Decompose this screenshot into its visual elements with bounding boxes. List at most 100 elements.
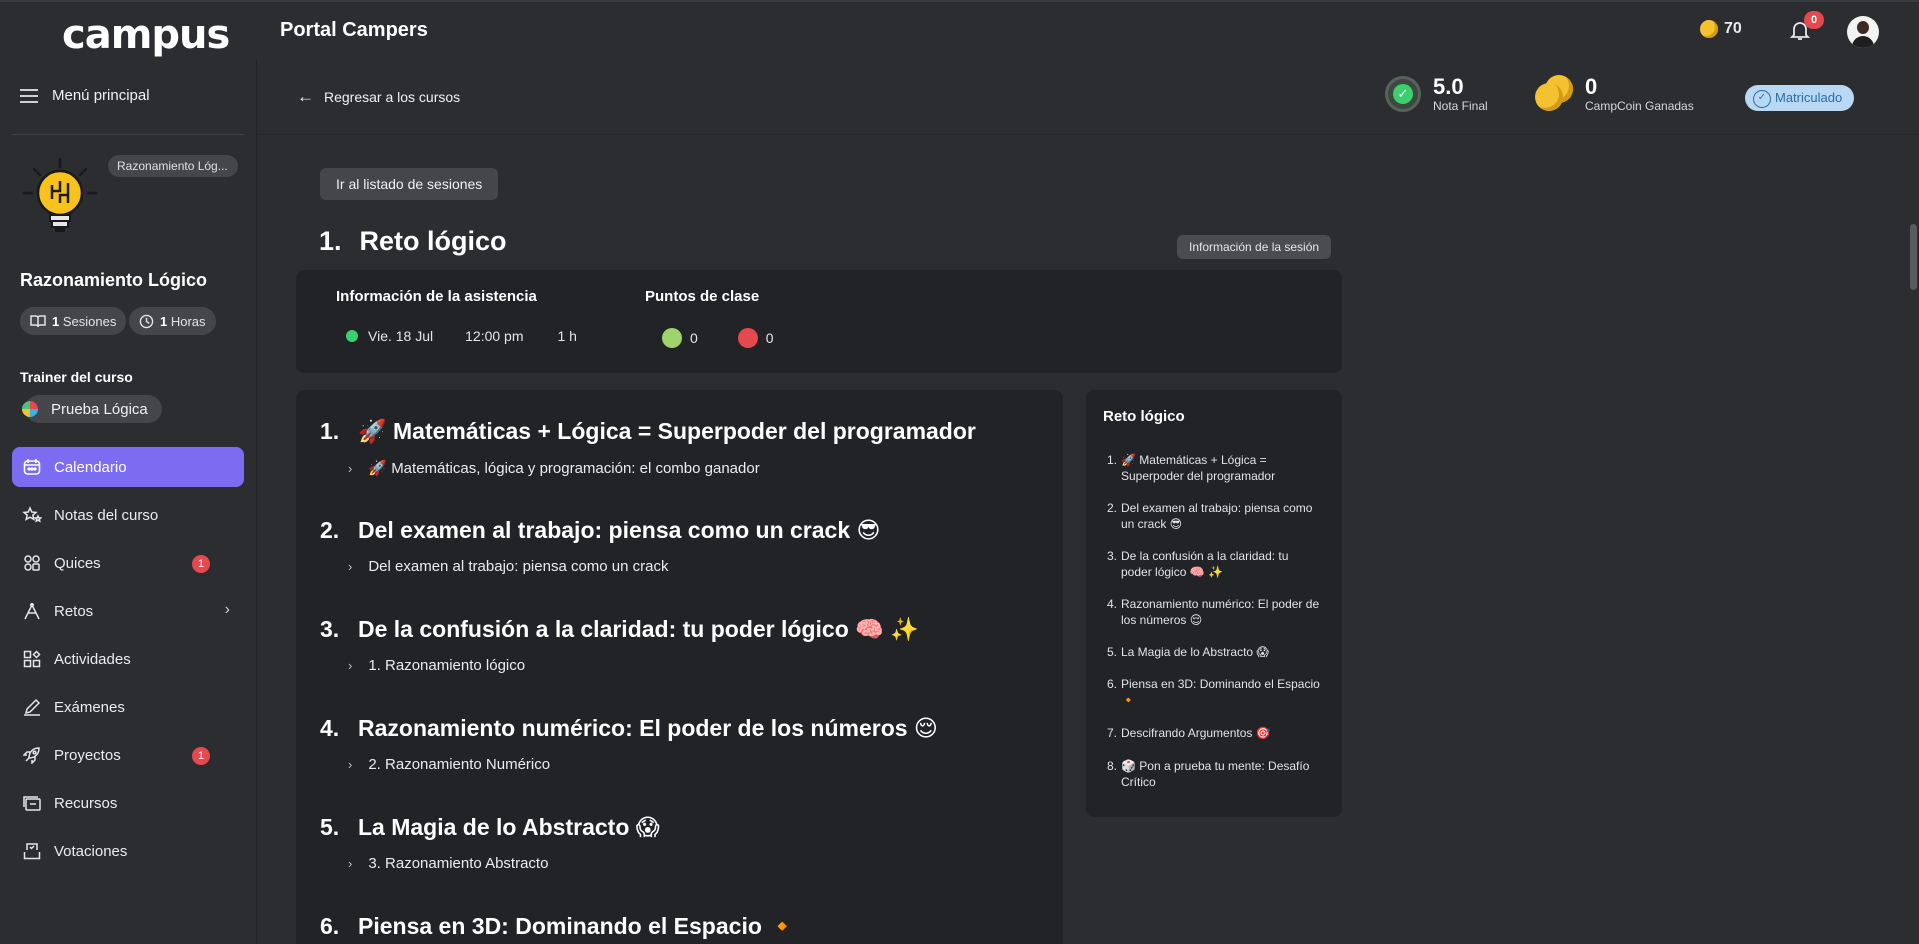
topic-heading: 3. De la confusión a la claridad: tu pode…: [320, 616, 919, 642]
topic-subitem[interactable]: › 2. Razonamiento Numérico: [348, 756, 938, 773]
hours-pill: 1 Horas: [129, 307, 216, 335]
exam-icon: [22, 697, 42, 717]
sidebar-item-label: Notas del curso: [54, 506, 159, 524]
arrow-left-icon: ←: [297, 87, 314, 106]
coins-value: 70: [1724, 20, 1742, 37]
grade-label: Nota Final: [1433, 99, 1488, 113]
happy-face-icon: [662, 328, 682, 348]
chevron-right-icon: ›: [348, 856, 353, 871]
activities-icon: [22, 649, 42, 669]
resources-icon: [22, 793, 42, 813]
status-badge: Matriculado: [1745, 85, 1855, 111]
toc-item[interactable]: 8. 🎲 Pon a prueba tu mente: Desafío Críti…: [1107, 758, 1321, 790]
sessions-label: Sesiones: [62, 313, 117, 329]
topic-item: 2. Del examen al trabajo: piensa como un …: [320, 517, 881, 575]
sidebar-item-label: Recursos: [54, 794, 118, 812]
sidebar-item-label: Votaciones: [54, 842, 128, 860]
toc-item[interactable]: 2. Del examen al trabajo: piensa como un …: [1107, 500, 1321, 532]
menu-label: Menú principal: [52, 87, 150, 104]
campcoin-value: 0: [1585, 74, 1598, 99]
challenge-icon: [22, 601, 42, 621]
positive-points: 0: [690, 330, 698, 346]
topic-subitem[interactable]: › 🚀 Matemáticas, lógica y programación: e…: [348, 459, 976, 477]
topic-item: 5. La Magia de lo Abstracto 😱 › 3. Razonam…: [320, 814, 660, 872]
chevron-right-icon: ›: [348, 559, 353, 574]
topic-subitem[interactable]: › 3. Razonamiento Abstracto: [348, 855, 660, 872]
course-chip: Razonamiento Lóg...: [108, 155, 238, 177]
back-label: Regresar a los cursos: [324, 89, 461, 105]
topic-subitem[interactable]: › 1. Razonamiento lógico: [348, 657, 919, 674]
menu-divider: [12, 134, 244, 135]
sidebar-item-examenes[interactable]: Exámenes: [12, 687, 244, 727]
sidebar-item-label: Exámenes: [54, 698, 125, 716]
toc-item[interactable]: 3. De la confusión a la claridad: tu pode…: [1107, 548, 1321, 580]
hamburger-icon: [20, 88, 38, 103]
sidebar-item-retos[interactable]: Retos ›: [12, 591, 244, 631]
sidebar-item-votaciones[interactable]: Votaciones: [12, 831, 244, 871]
coins-counter[interactable]: 70: [1700, 20, 1742, 38]
sidebar-item-label: Quices: [54, 554, 101, 572]
topic-heading: 5. La Magia de lo Abstracto 😱: [320, 814, 660, 840]
clock-icon: [139, 314, 154, 328]
topic-heading: 2. Del examen al trabajo: piensa como un …: [320, 517, 881, 543]
topic-item: 1. 🚀 Matemáticas + Lógica = Superpoder de…: [320, 418, 976, 477]
main-menu-toggle[interactable]: Menú principal: [20, 87, 150, 104]
negative-points: 0: [765, 330, 774, 346]
points-row: 0 0: [662, 328, 774, 348]
topic-heading: 4. Razonamiento numérico: El poder de los…: [320, 715, 938, 741]
course-name: Razonamiento Lógico: [20, 270, 208, 290]
coin-icon: [1700, 20, 1718, 38]
session-number: 1.: [319, 226, 342, 256]
sidebar: Menú principal Razonamiento Lóg... Razon…: [0, 59, 257, 944]
toc-item[interactable]: 1. 🚀 Matemáticas + Lógica = Superpoder de…: [1107, 452, 1321, 484]
notifications-badge: 0: [1804, 11, 1824, 29]
campcoin-label: CampCoin Ganadas: [1585, 99, 1694, 113]
user-avatar[interactable]: [1847, 16, 1879, 48]
sidebar-item-calendario[interactable]: Calendario: [12, 447, 244, 487]
sidebar-item-notas[interactable]: Notas del curso: [12, 495, 244, 535]
toc-item[interactable]: 5. La Magia de lo Abstracto 😱: [1107, 644, 1321, 660]
hours-count: 1: [160, 313, 168, 329]
topic-item: 3. De la confusión a la claridad: tu pode…: [320, 616, 919, 674]
attendance-date: Vie. 18 Jul: [368, 328, 434, 344]
chevron-right-icon: ›: [348, 757, 353, 772]
session-info-button[interactable]: Información de la sesión: [1177, 235, 1332, 259]
course-header: ← Regresar a los cursos ✓ 5.0 Nota Final…: [257, 59, 1919, 135]
attendance-title: Información de la asistencia: [336, 288, 537, 305]
sidebar-item-recursos[interactable]: Recursos: [12, 783, 244, 823]
chevron-right-icon: ›: [348, 658, 353, 673]
top-bar: campus Portal Campers 70 0: [0, 0, 1919, 59]
back-to-courses-link[interactable]: ← Regresar a los cursos: [297, 87, 460, 107]
sessions-count: 1: [52, 313, 60, 329]
sidebar-item-quices[interactable]: Quices 1: [12, 543, 244, 583]
sidebar-item-label: Actividades: [54, 650, 131, 668]
check-badge-icon: ✓: [1385, 76, 1421, 112]
attendance-time: 12:00 pm: [465, 328, 524, 344]
sessions-list-button[interactable]: Ir al listado de sesiones: [320, 168, 499, 200]
campus-logo[interactable]: campus: [62, 12, 230, 58]
campcoin-icon: [1535, 75, 1573, 113]
topic-subitem[interactable]: › Del examen al trabajo: piensa como un c…: [348, 558, 881, 575]
chevron-right-icon: ›: [224, 601, 230, 618]
chevron-right-icon: ›: [348, 460, 353, 476]
session-toc: Reto lógico 1. 🚀 Matemáticas + Lógica = S…: [1086, 390, 1342, 817]
points-title: Puntos de clase: [645, 288, 760, 305]
stars-icon: [22, 505, 42, 525]
quiz-icon: [22, 553, 42, 573]
grade-value: 5.0: [1433, 74, 1464, 99]
trainer-chip[interactable]: Prueba Lógica: [25, 395, 162, 423]
topic-item: 4. Razonamiento numérico: El poder de los…: [320, 715, 938, 773]
vote-icon: [22, 841, 42, 861]
toc-item[interactable]: 7. Descifrando Argumentos 🎯: [1107, 725, 1321, 741]
sidebar-item-actividades[interactable]: Actividades: [12, 639, 244, 679]
attended-check-icon: [346, 330, 358, 342]
page-scrollbar[interactable]: [1910, 224, 1917, 290]
toc-title: Reto lógico: [1103, 408, 1185, 425]
toc-item[interactable]: 4. Razonamiento numérico: El poder de los…: [1107, 596, 1321, 628]
topics-card: 1. 🚀 Matemáticas + Lógica = Superpoder de…: [296, 390, 1063, 944]
attendance-row: Vie. 18 Jul 12:00 pm 1 h: [346, 328, 577, 344]
topic-heading: 6. Piensa en 3D: Dominando el Espacio 🔸: [320, 913, 797, 939]
toc-item[interactable]: 6. Piensa en 3D: Dominando el Espacio 🔸: [1107, 676, 1321, 708]
sidebar-item-proyectos[interactable]: Proyectos 1: [12, 735, 244, 775]
trainer-avatar: [22, 401, 38, 417]
